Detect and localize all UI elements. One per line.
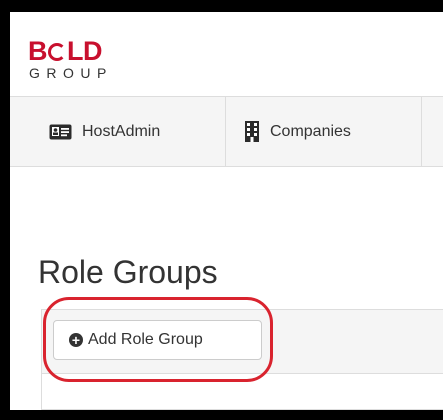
nav-item-companies[interactable]: Companies bbox=[226, 97, 422, 166]
plus-circle-icon: + bbox=[69, 333, 83, 347]
building-icon bbox=[244, 121, 260, 142]
panel-toolbar: + Add Role Group bbox=[42, 310, 443, 374]
logo-subtext: GROUP bbox=[29, 65, 113, 81]
nav-label-companies: Companies bbox=[270, 122, 351, 140]
add-role-group-label: Add Role Group bbox=[88, 331, 203, 348]
page-title: Role Groups bbox=[38, 254, 218, 290]
logo-o-ring bbox=[48, 43, 66, 61]
app-window: B LD GROUP HostAdmin Companies Role Grou… bbox=[10, 12, 443, 410]
logo-wordmark: B LD bbox=[28, 36, 103, 66]
add-role-group-button[interactable]: + Add Role Group bbox=[53, 320, 262, 360]
id-card-icon bbox=[49, 124, 72, 140]
top-nav: HostAdmin Companies bbox=[10, 96, 443, 167]
nav-item-hostadmin[interactable]: HostAdmin bbox=[30, 97, 226, 166]
nav-label-hostadmin: HostAdmin bbox=[82, 122, 161, 140]
role-groups-panel: + Add Role Group bbox=[41, 309, 443, 410]
